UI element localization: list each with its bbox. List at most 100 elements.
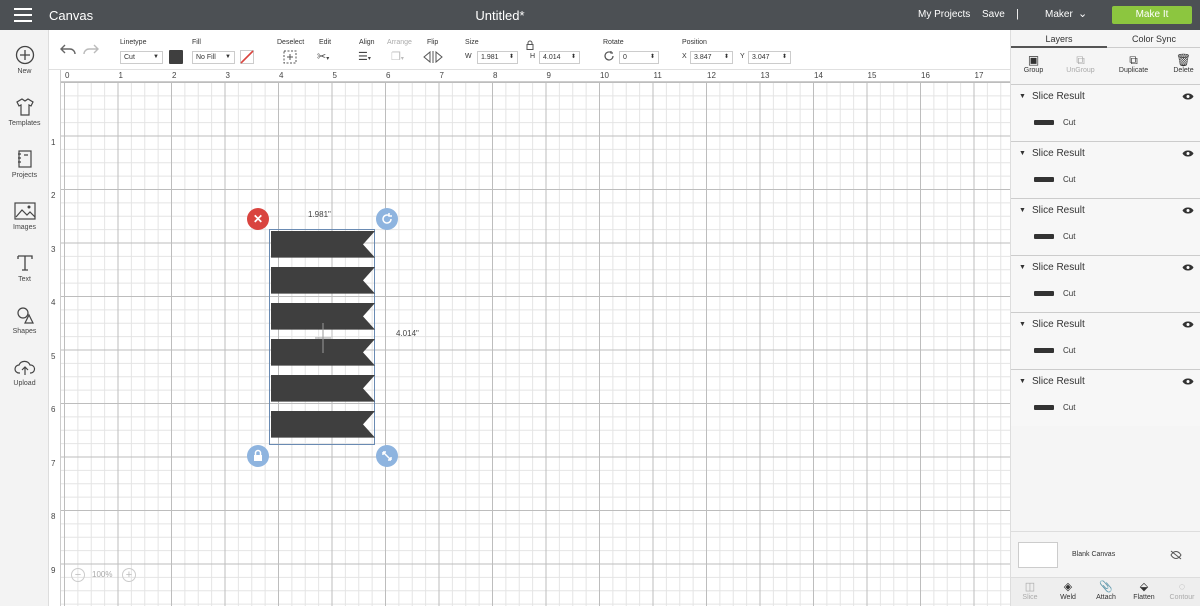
layer-group[interactable]: ▼ Slice Result Cut [1011,369,1200,426]
save-link[interactable]: Save [982,9,1005,20]
delete-label: Delete [1173,67,1194,74]
x-field-label: X [682,53,687,60]
eye-icon[interactable] [1182,93,1194,100]
contour-icon: ◌ [1178,581,1186,593]
lock-aspect-icon[interactable] [526,40,534,50]
delete-handle-icon[interactable]: ✕ [247,208,269,230]
ruler-number: 4 [279,71,284,80]
layer-color-swatch[interactable] [1034,177,1054,182]
eye-icon[interactable] [1182,207,1194,214]
bottom-operations-bar: ◫ Slice ◈ Weld 📎 Attach ⬙ Flatten ◌ Contour [1011,577,1200,606]
layer-color-swatch[interactable] [1034,120,1054,125]
zoom-level: 100% [92,570,113,579]
eye-icon[interactable] [1182,150,1194,157]
paperclip-icon: 📎 [1099,581,1113,593]
layer-group[interactable]: ▼ Slice Result Cut [1011,198,1200,255]
projects-tool[interactable]: Projects [0,149,49,179]
contour-button: ◌ Contour [1163,580,1200,601]
layer-group[interactable]: ▼ Slice Result Cut [1011,141,1200,198]
eye-icon[interactable] [1182,378,1194,385]
cloud-upload-icon [13,360,35,375]
new-tool[interactable]: New [0,45,49,75]
layer-color-swatch[interactable] [1034,405,1054,410]
redo-icon[interactable] [83,44,99,56]
undo-icon[interactable] [60,44,76,56]
tab-color-sync[interactable]: Color Sync [1107,30,1200,48]
delete-button[interactable]: 🗑 Delete [1161,53,1200,74]
attach-button[interactable]: 📎 Attach [1087,580,1125,601]
eye-icon[interactable] [1182,264,1194,271]
collapse-triangle-icon[interactable]: ▼ [1019,264,1026,271]
selection-box[interactable]: 1.981" 4.014" [269,210,419,445]
group-button[interactable]: ▣ Group [1011,53,1056,74]
collapse-triangle-icon[interactable]: ▼ [1019,93,1026,100]
upload-tool[interactable]: Upload [0,357,49,387]
linetype-color-swatch[interactable] [169,50,183,64]
zoom-out-button[interactable]: − [71,568,85,582]
banner-shape[interactable] [271,231,375,258]
ruler-number: 15 [867,71,877,80]
height-input[interactable]: 4.014 ⬍ [539,51,580,64]
banner-shape[interactable] [271,267,375,294]
ruler-number: 12 [707,71,716,80]
align-icon[interactable]: ☰▾ [358,50,371,66]
machine-selector[interactable]: Maker [1045,9,1073,20]
ruler-number: 0 [65,71,70,80]
chevron-down-icon[interactable]: ⌄ [1078,7,1087,20]
weld-button[interactable]: ◈ Weld [1049,580,1087,601]
linetype-label: Linetype [120,39,147,46]
y-position-input[interactable]: 3.047 ⬍ [748,51,791,64]
layer-name: Slice Result [1032,262,1085,273]
width-input[interactable]: 1.981 ⬍ [477,51,518,64]
layer-color-swatch[interactable] [1034,291,1054,296]
lock-handle-icon[interactable] [247,445,269,467]
banner-shape[interactable] [271,375,375,402]
layer-color-swatch[interactable] [1034,348,1054,353]
rotate-input[interactable]: 0 ⬍ [619,51,659,64]
ruler-number: 6 [386,71,391,80]
rotate-handle-icon[interactable] [376,208,398,230]
ruler-number: 4 [51,298,56,307]
flatten-icon: ⬙ [1139,581,1149,593]
linetype-select[interactable]: Cut ▼ [120,51,163,64]
ruler-number: 10 [600,71,609,80]
zoom-in-button[interactable]: + [122,568,136,582]
make-it-button[interactable]: Make It [1112,6,1192,24]
tool-label: Templates [8,120,41,127]
edit-scissors-icon[interactable]: ✂▾ [317,50,329,66]
fill-select[interactable]: No Fill ▼ [192,51,235,64]
flip-label: Flip [427,39,439,46]
design-canvas[interactable]: 0 1 2 3 4 5 6 7 8 9 10 11 12 13 14 15 16 17 123456789 1.9… [49,70,1010,606]
deselect-icon[interactable] [283,50,297,64]
flatten-button[interactable]: ⬙ Flatten [1125,580,1163,601]
layer-group[interactable]: ▼ Slice Result Cut [1011,84,1200,141]
my-projects-link[interactable]: My Projects [918,9,970,20]
blank-canvas-swatch[interactable] [1018,542,1058,568]
x-position-input[interactable]: 3.847 ⬍ [690,51,733,64]
eye-icon[interactable] [1182,321,1194,328]
text-tool[interactable]: Text [0,253,49,283]
eye-hidden-icon[interactable] [1170,550,1182,560]
tab-layers[interactable]: Layers [1011,30,1107,48]
no-fill-swatch-icon[interactable] [240,50,254,64]
banner-shape[interactable] [271,411,375,438]
collapse-triangle-icon[interactable]: ▼ [1019,321,1026,328]
shapes-tool[interactable]: Shapes [0,305,49,335]
flatten-label: Flatten [1133,594,1155,601]
collapse-triangle-icon[interactable]: ▼ [1019,378,1026,385]
images-tool[interactable]: Images [0,201,49,231]
templates-tool[interactable]: Templates [0,97,49,127]
blank-canvas-row[interactable]: Blank Canvas [1011,531,1200,577]
resize-handle-icon[interactable] [376,445,398,467]
layer-group[interactable]: ▼ Slice Result Cut [1011,312,1200,369]
duplicate-button[interactable]: ⧉ Duplicate [1111,53,1156,74]
layer-color-swatch[interactable] [1034,234,1054,239]
slice-label: Slice [1022,594,1038,601]
collapse-triangle-icon[interactable]: ▼ [1019,207,1026,214]
flip-icon[interactable] [423,50,443,64]
ruler-number: 14 [814,71,823,80]
width-dimension-label: 1.981" [308,210,331,219]
stepper-icon: ⬍ [570,54,576,60]
layer-group[interactable]: ▼ Slice Result Cut [1011,255,1200,312]
collapse-triangle-icon[interactable]: ▼ [1019,150,1026,157]
